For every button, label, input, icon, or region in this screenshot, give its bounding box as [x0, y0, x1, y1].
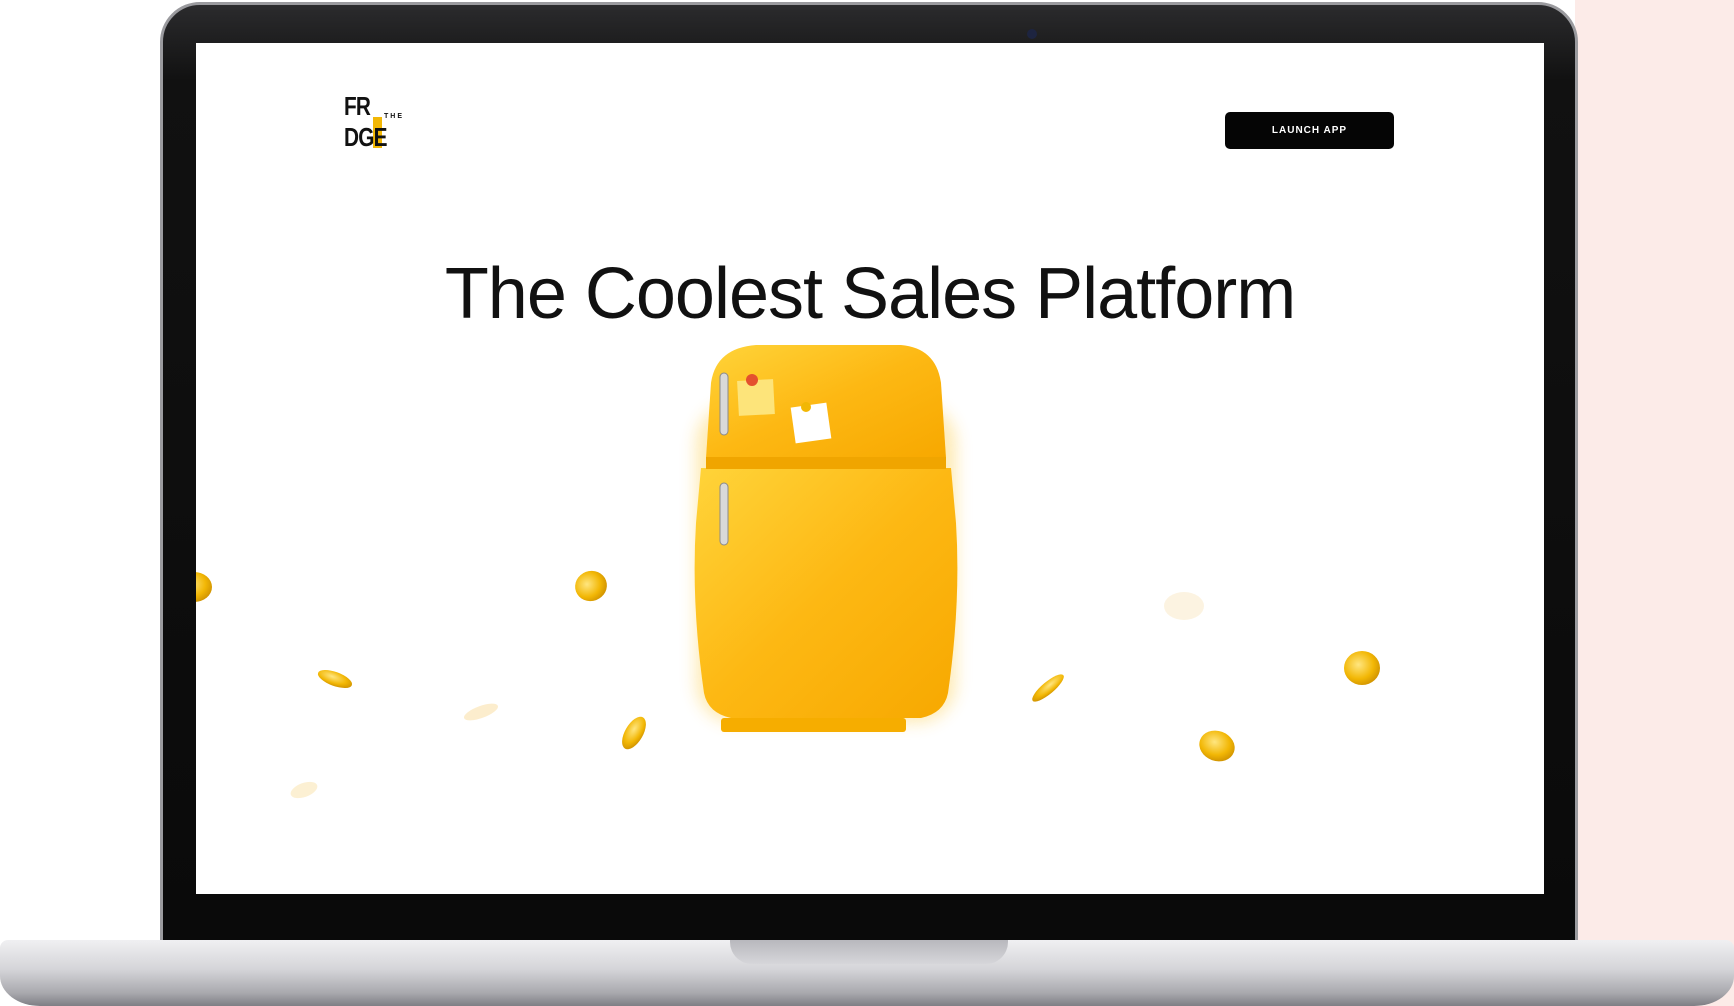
- background-panel: [1575, 0, 1734, 1006]
- fridge-icon: [694, 345, 958, 732]
- camera-icon: [1027, 29, 1037, 39]
- hero-illustration: [196, 345, 1380, 799]
- laptop-notch: [730, 940, 1008, 964]
- laptop-screen: THE FR DGE LAUNCH APP The Coolest Sales …: [196, 43, 1544, 894]
